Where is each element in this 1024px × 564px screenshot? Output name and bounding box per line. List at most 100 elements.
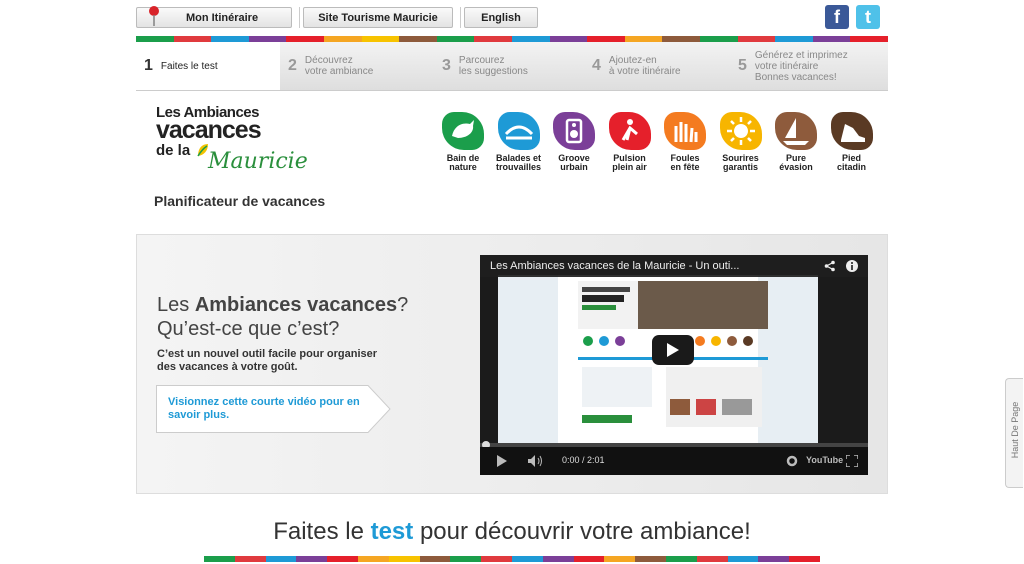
fullscreen-icon[interactable]: [846, 455, 858, 467]
sun-icon: [719, 112, 762, 150]
back-to-top-label: Haut De Page: [1010, 401, 1020, 459]
step-label: Découvrez votre ambiance: [304, 55, 374, 77]
step-number: 4: [592, 57, 601, 74]
ambiance-item[interactable]: Pure évasion: [771, 112, 821, 172]
color-band-segment: [357, 556, 389, 562]
video-title[interactable]: Les Ambiances vacances de la Mauricie - …: [490, 260, 739, 272]
ambiance-item[interactable]: Balades et trouvailles: [494, 112, 544, 172]
test-tagline: Faites le test pour découvrir votre ambi…: [0, 518, 1024, 546]
step-label: Parcourez les suggestions: [458, 55, 528, 77]
color-band-segment: [511, 556, 543, 562]
nav-divider: [460, 7, 461, 28]
video-time: 0:00 / 2:01: [562, 455, 605, 465]
color-band-segment: [204, 556, 235, 562]
intro-title-post: ?: [397, 294, 409, 316]
intro-panel: Les Ambiances vacances? Qu’est-ce que c’e…: [136, 234, 888, 494]
watch-video-text: Visionnez cette courte vidéo pour en sav…: [168, 396, 360, 421]
play-button[interactable]: [652, 335, 694, 365]
back-to-top-tab[interactable]: Haut De Page: [1005, 378, 1023, 488]
video-controls: 0:00 / 2:01 YouTube: [480, 447, 868, 475]
tagline-post: pour découvrir votre ambiance!: [413, 518, 751, 545]
bike-icon: [608, 112, 651, 150]
color-band-segment: [758, 556, 790, 562]
color-band-segment: [265, 556, 297, 562]
steps-bar: 1 Faites le test 2 Découvrez votre ambia…: [136, 42, 888, 91]
ambiance-label: Pure évasion: [779, 153, 813, 172]
ambiance-icons: Bain de nature Balades et trouvailles Groo…: [438, 112, 882, 182]
nav-divider: [299, 7, 300, 28]
sailboat-icon: [775, 112, 817, 150]
color-band-segment: [234, 556, 266, 562]
step-number: 3: [442, 57, 451, 74]
step-5[interactable]: 5 Générez et imprimez votre itinéraire B…: [738, 42, 888, 90]
info-icon[interactable]: [846, 260, 858, 272]
color-band-segment: [635, 556, 666, 562]
site-logo[interactable]: Les Ambiances vacances de la Mauricie: [156, 104, 316, 184]
youtube-logo[interactable]: YouTube: [806, 455, 843, 465]
step-1[interactable]: 1 Faites le test: [136, 42, 280, 90]
bridge-icon: [497, 112, 540, 150]
tourism-site-button[interactable]: Site Tourisme Mauricie: [303, 7, 453, 28]
ambiance-item[interactable]: Foules en fête: [660, 112, 710, 172]
english-button[interactable]: English: [464, 7, 538, 28]
intro-title: Les Ambiances vacances? Qu’est-ce que c’e…: [157, 293, 457, 341]
speaker-icon: [553, 112, 595, 150]
map-pin-icon: [149, 6, 159, 26]
volume-icon[interactable]: [528, 455, 544, 467]
tagline-pre: Faites le: [273, 518, 371, 545]
color-band-segment: [727, 556, 759, 562]
color-band-segment: [327, 556, 358, 562]
facebook-icon[interactable]: f: [825, 5, 849, 29]
share-icon[interactable]: [824, 260, 836, 272]
ambiance-item[interactable]: Groove urbain: [549, 112, 599, 172]
intro-description: C’est un nouvel outil facile pour organi…: [157, 348, 378, 373]
color-band-segment: [450, 556, 482, 562]
step-label: Générez et imprimez votre itinéraire Bon…: [754, 49, 848, 83]
step-number: 1: [144, 57, 153, 74]
my-itinerary-button[interactable]: Mon Itinéraire: [136, 6, 292, 28]
step-label: Ajoutez-en à votre itinéraire: [608, 55, 681, 77]
logo-line-4: Mauricie: [208, 149, 308, 174]
color-band-segment: [542, 556, 574, 562]
color-band-segment: [604, 556, 636, 562]
tourism-site-label: Site Tourisme Mauricie: [318, 11, 438, 24]
ambiance-label: Sourires garantis: [722, 153, 759, 172]
twitter-icon[interactable]: t: [856, 5, 880, 29]
ambiance-label: Groove urbain: [558, 153, 590, 172]
settings-icon[interactable]: [786, 455, 798, 467]
color-band-segment: [388, 556, 420, 562]
step-3[interactable]: 3 Parcourez les suggestions: [442, 42, 584, 90]
step-2[interactable]: 2 Découvrez votre ambiance: [288, 42, 430, 90]
tagline-test-link[interactable]: test: [371, 518, 414, 545]
color-band-segment: [789, 556, 820, 562]
bird-icon: [442, 112, 484, 150]
play-control-icon[interactable]: [496, 455, 508, 467]
watch-video-callout[interactable]: Visionnez cette courte vidéo pour en sav…: [156, 385, 391, 433]
ambiance-item[interactable]: Pied citadin: [827, 112, 877, 172]
ambiance-item[interactable]: Bain de nature: [438, 112, 488, 172]
shoe-icon: [830, 112, 873, 150]
color-band-segment: [573, 556, 605, 562]
play-icon: [667, 343, 679, 357]
intro-title-line2: Qu’est-ce que c’est?: [157, 318, 340, 340]
hands-icon: [664, 112, 706, 150]
step-label: Faites le test: [160, 60, 218, 72]
color-band-segment: [696, 556, 728, 562]
logo-line-3: de la: [156, 142, 191, 159]
english-label: English: [481, 11, 521, 24]
ambiance-label: Foules en fête: [670, 153, 700, 172]
color-band-segment: [481, 556, 512, 562]
top-navigation: Mon Itinéraire Site Tourisme Mauricie En…: [136, 4, 888, 34]
intro-title-pre: Les: [157, 294, 195, 316]
video-player[interactable]: Les Ambiances vacances de la Mauricie - …: [480, 255, 868, 475]
color-band-segment: [419, 556, 451, 562]
ambiance-label: Balades et trouvailles: [495, 153, 542, 172]
ambiance-label: Pulsion plein air: [612, 153, 647, 172]
color-band-segment: [665, 556, 697, 562]
ambiance-item[interactable]: Sourires garantis: [716, 112, 766, 172]
ambiance-label: Bain de nature: [446, 153, 480, 172]
color-band-segment: [296, 556, 328, 562]
step-number: 5: [738, 57, 747, 74]
ambiance-item[interactable]: Pulsion plein air: [605, 112, 655, 172]
step-4[interactable]: 4 Ajoutez-en à votre itinéraire: [592, 42, 734, 90]
